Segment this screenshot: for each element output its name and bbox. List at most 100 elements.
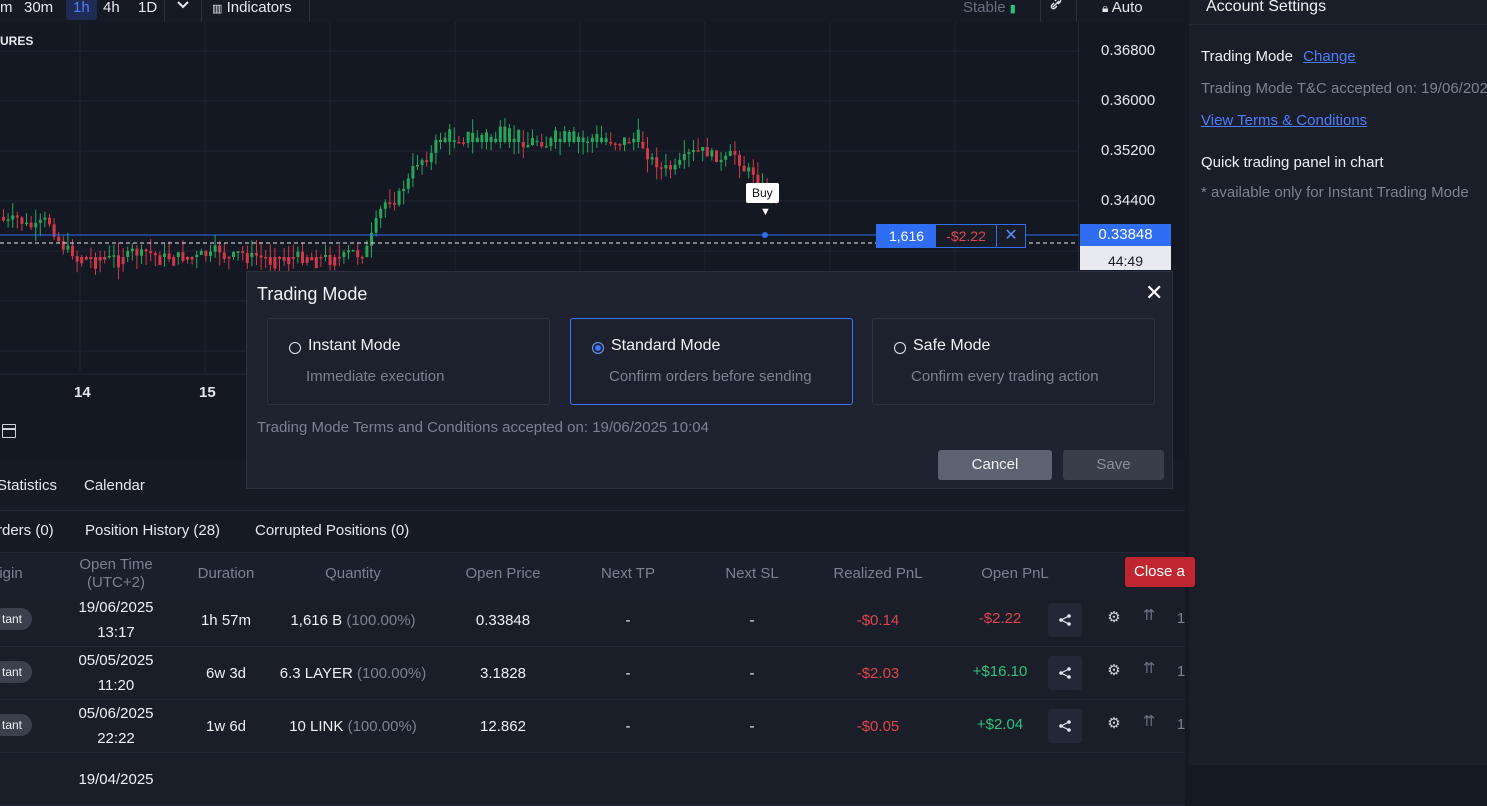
next-tp[interactable]: -: [578, 700, 678, 752]
calendar-icon[interactable]: [2, 424, 16, 438]
gear-icon[interactable]: ⚙: [1103, 659, 1125, 681]
candle-body: [618, 143, 622, 146]
candle-body: [696, 150, 700, 152]
change-mode-link[interactable]: Change: [1303, 48, 1356, 65]
next-tp[interactable]: -: [578, 647, 678, 699]
share-icon[interactable]: [1048, 709, 1082, 743]
candle-body: [117, 255, 120, 268]
quantity-value: 1,616: [290, 611, 328, 629]
col-duration[interactable]: Duration: [186, 553, 266, 595]
gear-icon[interactable]: ⚙: [1103, 606, 1125, 628]
share-icon[interactable]: [1048, 603, 1082, 637]
candle-body: [107, 255, 111, 258]
next-sl[interactable]: [702, 753, 802, 805]
col-open-time[interactable]: Open Time (UTC+2): [56, 553, 176, 595]
candle-body: [48, 217, 51, 225]
candle-body: [2, 217, 5, 221]
candle-body: [149, 251, 153, 254]
next-sl[interactable]: -: [702, 700, 802, 752]
table-row[interactable]: 19/04/2025: [0, 753, 1185, 806]
position-line-chip[interactable]: 1,616 -$2.22 ✕: [876, 224, 1027, 248]
next-sl[interactable]: -: [702, 647, 802, 699]
open-date: 19/04/2025: [78, 770, 154, 788]
table-row[interactable]: tant 05/06/2025 22:22 1w 6d 10 LINK (100.00%…: [0, 700, 1185, 753]
share-icon[interactable]: [1048, 656, 1082, 690]
candle-body: [563, 131, 567, 142]
candle-body: [245, 252, 249, 263]
candle-body: [43, 217, 47, 220]
view-terms-link[interactable]: View Terms & Conditions: [1201, 112, 1367, 129]
quantity-percent: (100.00%): [357, 664, 427, 682]
indicators-button[interactable]: ▥ Indicators: [212, 0, 292, 20]
candle-body: [209, 251, 212, 256]
chart-symbol-title: URES: [0, 34, 34, 48]
col-open-price[interactable]: Open Price: [448, 553, 558, 595]
gear-icon[interactable]: ⚙: [1103, 712, 1125, 734]
candle-body: [379, 208, 383, 218]
candle-body: [457, 142, 461, 144]
stable-indicator: Stable ▮: [963, 0, 1016, 20]
timeframe-1h[interactable]: 1h: [66, 0, 97, 20]
tab-corrupted-positions[interactable]: Corrupted Positions (0): [255, 522, 409, 539]
candle-body: [144, 249, 148, 252]
tab-position-history[interactable]: Position History (28): [85, 522, 220, 539]
save-button[interactable]: Save: [1063, 450, 1164, 480]
move-up-icon[interactable]: ⇈: [1138, 604, 1160, 626]
col-open-pnl[interactable]: Open PnL: [960, 553, 1070, 595]
candle-body: [692, 150, 695, 153]
next-tp[interactable]: [578, 753, 678, 805]
candle-body: [715, 150, 718, 163]
candle-body: [627, 142, 631, 144]
move-up-icon[interactable]: ⇈: [1138, 657, 1160, 679]
quantity-percent: (100.00%): [346, 611, 416, 629]
candle-body: [724, 155, 728, 160]
close-all-button[interactable]: Close a: [1125, 557, 1195, 587]
tab-orders[interactable]: rders (0): [0, 522, 54, 539]
table-row[interactable]: tant 19/06/2025 13:17 1h 57m 1,616 B (100.00…: [0, 594, 1185, 647]
time-tick: 14: [74, 384, 91, 401]
duration: [186, 753, 266, 805]
candle-body: [71, 245, 74, 257]
radio-icon[interactable]: [289, 342, 301, 354]
radio-icon[interactable]: [894, 342, 906, 354]
timeframe-m[interactable]: m: [0, 0, 13, 20]
candle-body: [659, 167, 663, 169]
candle-body: [296, 251, 300, 257]
toolbar-divider: [164, 0, 165, 22]
open-price: 12.862: [480, 717, 526, 735]
link-icon[interactable]: [1050, 0, 1062, 20]
next-tp[interactable]: -: [578, 594, 678, 646]
move-up-icon[interactable]: ⇈: [1138, 710, 1160, 732]
timeframe-dropdown-chevron-icon[interactable]: [176, 0, 190, 20]
timeframe-4h[interactable]: 4h: [103, 0, 120, 20]
candle-body: [687, 152, 691, 154]
auto-scale-button[interactable]: 🔒︎ Auto: [1102, 0, 1143, 20]
candle-body: [98, 257, 102, 261]
next-sl[interactable]: -: [702, 594, 802, 646]
chart-toolbar: m 30m 1h 4h 1D ▥ Indicators Stable ▮ 🔒︎ …: [0, 0, 1185, 22]
tab-statistics[interactable]: Statistics: [0, 477, 57, 494]
timeframe-30m[interactable]: 30m: [24, 0, 53, 20]
mode-option-safe[interactable]: Safe Mode Confirm every trading action: [872, 318, 1155, 405]
candle-body: [89, 257, 93, 260]
candle-body: [176, 252, 180, 257]
col-next-tp: Next TP: [601, 565, 655, 582]
candle-body: [273, 257, 277, 269]
col-realized-pnl[interactable]: Realized PnL: [818, 553, 938, 595]
candle-body: [682, 153, 686, 161]
candle-body: [508, 128, 511, 142]
close-position-icon[interactable]: ✕: [997, 225, 1026, 247]
radio-selected-icon[interactable]: [592, 342, 604, 354]
col-quantity[interactable]: Quantity: [293, 553, 413, 595]
candle-body: [701, 147, 705, 151]
open-pnl: -$2.22: [978, 609, 1022, 627]
table-row[interactable]: tant 05/05/2025 11:20 6w 3d 6.3 LAYER (100.0…: [0, 647, 1185, 700]
mode-option-standard[interactable]: Standard Mode Confirm orders before send…: [570, 318, 853, 405]
timeframe-1d[interactable]: 1D: [138, 0, 157, 20]
tab-calendar[interactable]: Calendar: [84, 477, 145, 494]
close-icon[interactable]: ✕: [1145, 282, 1163, 304]
mode-option-instant[interactable]: Instant Mode Immediate execution: [267, 318, 550, 405]
cancel-button[interactable]: Cancel: [938, 450, 1052, 480]
candle-body: [443, 137, 447, 142]
candle-body: [439, 140, 442, 142]
